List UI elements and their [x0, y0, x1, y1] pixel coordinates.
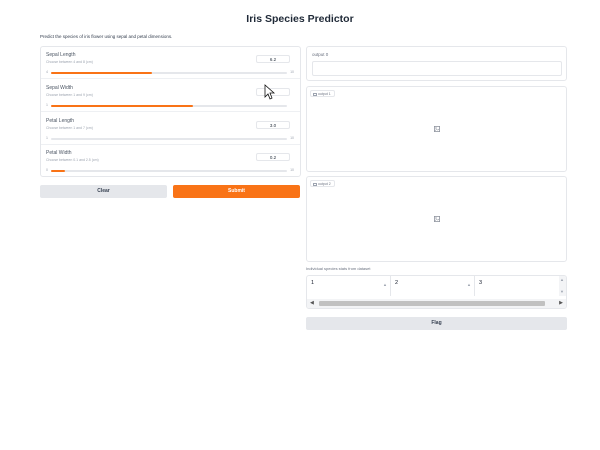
dataframe-label: Individual species stats from dataset [306, 266, 371, 271]
mouse-cursor-icon [264, 84, 276, 100]
column-header[interactable]: 3 [475, 276, 559, 296]
slider-fill[interactable] [51, 105, 193, 107]
clear-button[interactable]: Clear [40, 185, 167, 198]
slider-min: 1 [46, 136, 48, 140]
scroll-right-icon[interactable]: ▶ [559, 300, 563, 306]
sort-arrow-icon[interactable]: ▲ [383, 282, 387, 287]
scroll-left-icon[interactable]: ◀ [310, 300, 314, 306]
number-input[interactable]: 6.2 [256, 55, 290, 63]
slider-label: Sepal Width [46, 85, 73, 91]
slider-fill[interactable] [51, 170, 66, 172]
image-icon [313, 92, 317, 96]
image-output-label: output 2 [310, 180, 335, 187]
slider-info: Choose between 1 and 7 (cm) [46, 126, 93, 130]
slider-info: Choose between 4 and 8 (cm) [46, 60, 93, 64]
app-description: Predict the species of iris flower using… [40, 34, 173, 39]
slider-petal-width: Petal Width Choose between 0.1 and 2.5 (… [41, 145, 332, 177]
slider-label: Petal Width [46, 150, 72, 156]
slider-fill[interactable] [51, 72, 153, 74]
number-input[interactable]: 3.0 [256, 121, 290, 129]
dataframe-header: 1 ▲ 2 ▲ 3 ▲ ▼ [307, 276, 566, 296]
slider-min: 0 [46, 168, 48, 172]
slider-petal-length: Petal Length Choose between 1 and 7 (cm)… [41, 113, 332, 145]
slider-max: 10 [290, 136, 294, 140]
flag-button[interactable]: Flag [306, 317, 567, 330]
image-output-2: output 2 [306, 176, 567, 262]
slider-label: Sepal Length [46, 52, 76, 58]
scrollbar-thumb[interactable] [319, 301, 545, 306]
slider-track[interactable] [51, 72, 287, 74]
image-output-label: output 1 [310, 90, 335, 97]
slider-track[interactable] [51, 138, 287, 140]
slider-track[interactable] [51, 170, 287, 172]
image-output-1: output 1 [306, 86, 567, 172]
submit-button[interactable]: Submit [173, 185, 300, 198]
slider-min: 4 [46, 70, 48, 74]
inputs-panel: Sepal Length Choose between 4 and 8 (cm)… [40, 46, 332, 177]
scroll-down-icon[interactable]: ▼ [560, 289, 564, 294]
slider-label: Petal Length [46, 118, 75, 124]
scroll-up-icon[interactable]: ▲ [560, 277, 564, 282]
image-placeholder-icon [434, 126, 440, 132]
horizontal-scrollbar[interactable]: ◀ ▶ [307, 299, 566, 308]
text-output-label: output 0 [312, 52, 329, 57]
image-icon [313, 182, 317, 186]
slider-max: 10 [290, 168, 294, 172]
number-input[interactable]: 0.2 [256, 153, 290, 161]
slider-sepal-width: Sepal Width Choose between 1 and 9 (cm) … [41, 80, 332, 112]
column-header[interactable]: 2 ▲ [391, 276, 475, 296]
slider-info: Choose between 0.1 and 2.5 (cm) [46, 158, 99, 162]
column-header[interactable]: 1 ▲ [307, 276, 391, 296]
slider-info: Choose between 1 and 9 (cm) [46, 93, 93, 97]
slider-track[interactable] [51, 105, 287, 107]
app-title: Iris Species Predictor [246, 13, 354, 25]
sort-arrow-icon[interactable]: ▲ [467, 282, 471, 287]
slider-sepal-length: Sepal Length Choose between 4 and 8 (cm)… [41, 47, 332, 79]
text-output-panel: output 0 [306, 46, 567, 81]
image-placeholder-icon [434, 216, 440, 222]
text-output-box[interactable] [312, 61, 562, 76]
slider-min: 1 [46, 103, 48, 107]
vertical-scrollbar[interactable]: ▲ ▼ [559, 276, 566, 296]
dataframe: 1 ▲ 2 ▲ 3 ▲ ▼ ◀ ▶ [306, 275, 567, 309]
slider-max: 10 [290, 70, 294, 74]
